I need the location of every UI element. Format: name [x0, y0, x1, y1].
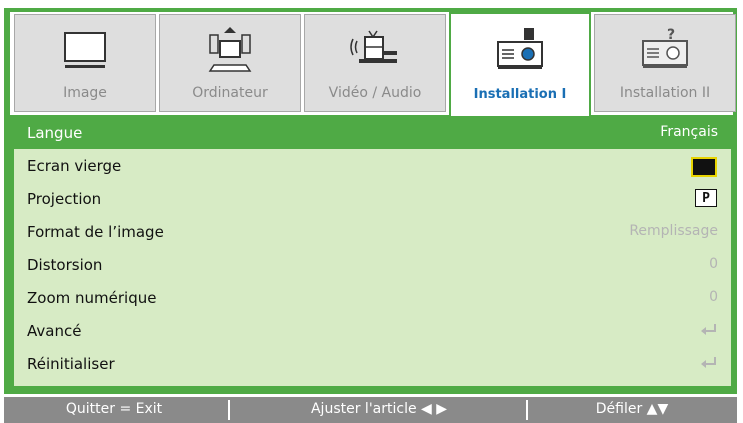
menu-item-label: Format de l’image — [27, 223, 164, 241]
menu-item-ecran-vierge[interactable]: Ecran vierge — [14, 151, 731, 182]
menu-item-avance[interactable]: Avancé — [14, 316, 731, 347]
menu-item-label: Réinitialiser — [27, 355, 115, 373]
menu-item-distorsion[interactable]: Distorsion 0 — [14, 250, 731, 281]
projector-help-icon: ? — [642, 27, 688, 68]
enter-arrow-icon — [701, 324, 716, 335]
projection-mode-icon: P — [695, 189, 717, 207]
menu-item-format-image[interactable]: Format de l’image Remplissage — [14, 217, 731, 248]
tab-video-audio[interactable]: Vidéo / Audio — [304, 14, 446, 112]
video-audio-icon — [350, 30, 397, 63]
tab-label: Installation I — [473, 87, 567, 102]
adjust-hint: Ajuster l'article ◀ ▶ — [310, 401, 448, 417]
tab-computer[interactable]: Ordinateur — [159, 14, 301, 112]
menu-item-label: Ecran vierge — [27, 157, 122, 175]
menu-item-projection[interactable]: Projection P — [14, 184, 731, 215]
exit-hint: Quitter = Exit — [65, 401, 163, 417]
menu-item-label: Zoom numérique — [27, 289, 157, 307]
menu-item-value: Remplissage — [629, 223, 718, 239]
tab-label: Ordinateur — [192, 85, 268, 101]
tab-label: Installation II — [619, 85, 711, 101]
footer-divider — [526, 400, 528, 420]
menu-item-label: Distorsion — [27, 256, 103, 274]
tab-image[interactable]: Image — [14, 14, 156, 112]
tab-label: Image — [63, 85, 107, 101]
projector-icon — [497, 28, 543, 69]
scroll-hint: Défiler ▲▼ — [595, 401, 669, 417]
tab-label: Vidéo / Audio — [328, 85, 422, 101]
monitor-icon — [64, 32, 106, 68]
menu-item-label: Projection — [27, 190, 102, 208]
menu-item-langue[interactable]: Langue Français — [14, 118, 731, 149]
tab-installation-2[interactable]: ? Installation II — [594, 14, 736, 112]
settings-menu: Langue Français Ecran vierge Projection … — [14, 118, 731, 386]
menu-item-value: 0 — [709, 256, 718, 272]
tab-installation-1[interactable]: Installation I — [449, 12, 591, 116]
menu-item-value: 0 — [709, 289, 718, 305]
blank-screen-swatch — [691, 157, 717, 177]
footer-hint-bar: Quitter = Exit Ajuster l'article ◀ ▶ Déf… — [4, 397, 737, 423]
enter-arrow-icon — [701, 357, 716, 368]
menu-item-label: Langue — [27, 124, 83, 142]
menu-item-label: Avancé — [27, 322, 82, 340]
menu-item-reinitialiser[interactable]: Réinitialiser — [14, 349, 731, 380]
menu-item-value: Français — [660, 124, 718, 140]
computer-icon — [208, 27, 252, 72]
footer-divider — [228, 400, 230, 420]
menu-item-zoom-numerique[interactable]: Zoom numérique 0 — [14, 283, 731, 314]
